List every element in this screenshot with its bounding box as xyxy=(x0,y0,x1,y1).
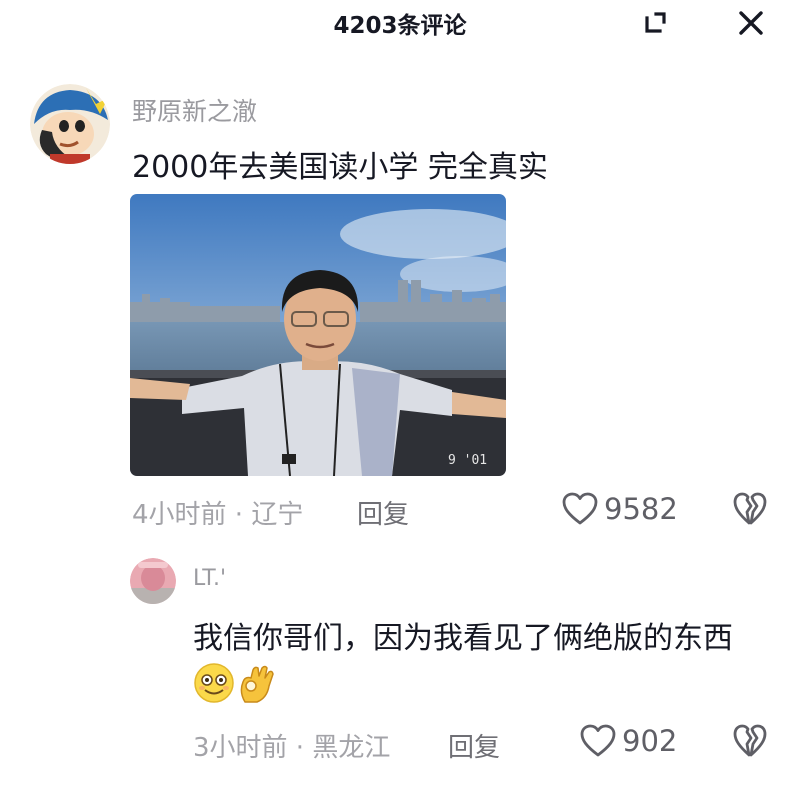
heart-outline-icon[interactable] xyxy=(562,492,598,526)
close-icon[interactable] xyxy=(736,8,766,38)
user-avatar[interactable] xyxy=(130,558,176,604)
comment-time-location: 4小时前 · 辽宁 xyxy=(132,500,304,530)
like-count: 9582 xyxy=(604,492,678,526)
comment-text-body: 我信你哥们，因为我看见了俩绝版的东西 xyxy=(193,621,733,656)
svg-text:9 '01: 9 '01 xyxy=(448,453,487,468)
comment-time-location: 3小时前 · 黑龙江 xyxy=(193,733,391,763)
reply-button[interactable]: 回复 xyxy=(357,494,409,531)
heart-outline-icon[interactable] xyxy=(580,724,616,758)
comment-photo[interactable]: 9 '01 xyxy=(130,194,506,476)
like-count: 902 xyxy=(622,724,678,758)
ok-hand-emoji xyxy=(235,662,277,704)
user-avatar[interactable] xyxy=(30,84,110,164)
comment-count-title: 4203条评论 xyxy=(333,13,467,39)
username[interactable]: LT.' xyxy=(193,566,226,591)
reply-button[interactable]: 回复 xyxy=(448,727,500,764)
username[interactable]: 野原新之澈 xyxy=(132,92,257,128)
smiling-face-emoji xyxy=(193,662,235,704)
comment-text: 2000年去美国读小学 完全真实 xyxy=(132,150,548,185)
comment-text: 我信你哥们，因为我看见了俩绝版的东西 xyxy=(193,616,783,710)
broken-heart-icon[interactable] xyxy=(733,724,767,758)
expand-icon[interactable] xyxy=(640,8,670,38)
broken-heart-icon[interactable] xyxy=(733,492,767,526)
